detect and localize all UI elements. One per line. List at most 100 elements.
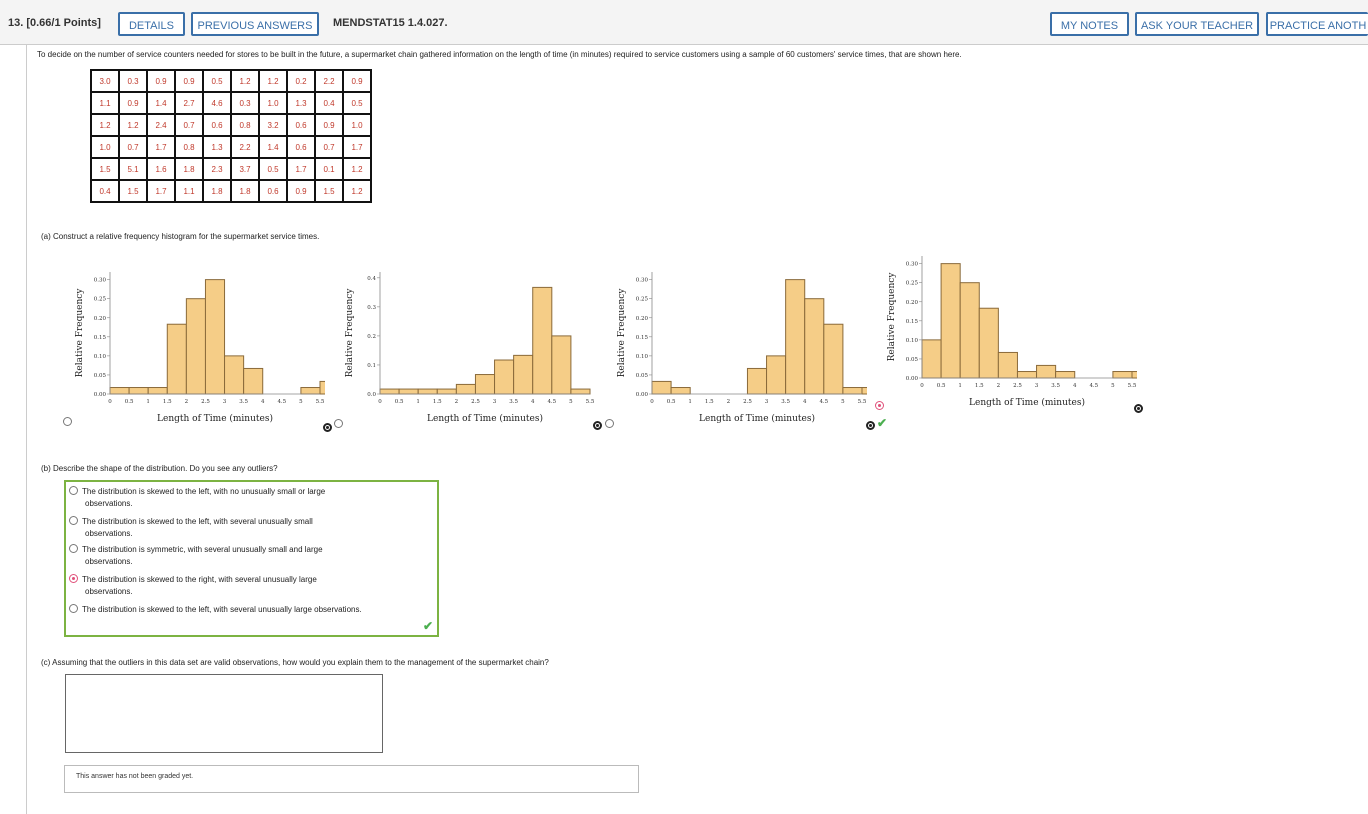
histogram-radio-2[interactable] [334,419,343,428]
x-axis-label: Length of Time (minutes) [699,413,815,424]
x-tick-label: 1 [688,399,692,405]
x-tick-label: 0 [920,383,924,389]
x-tick-label: 4.5 [547,399,556,405]
option-5[interactable]: The distribution is skewed to the left, … [69,604,429,616]
graded-note: This answer has not been graded yet. [64,765,639,793]
y-tick-label: 0.20 [636,316,649,322]
x-tick-label: 0.5 [395,399,404,405]
x-axis-label: Length of Time (minutes) [969,397,1085,408]
histogram-bar [823,323,844,395]
data-cell: 1.2 [90,113,120,137]
histogram-bar [379,388,400,395]
y-tick-label: 0.25 [94,297,107,303]
option-radio[interactable] [69,516,78,526]
question-header: 13. [0.66/1 Points] DETAILS PREVIOUS ANS… [0,0,1368,45]
option-4[interactable]: The distribution is skewed to the right,… [69,574,429,598]
data-cell: 0.8 [174,135,204,159]
histogram-bar [243,367,264,395]
data-cell: 0.6 [202,113,232,137]
data-cell: 1.5 [118,179,148,203]
data-cell: 1.3 [202,135,232,159]
y-tick-label: 0.20 [906,300,919,306]
data-cell: 2.3 [202,157,232,181]
x-tick-label: 3 [765,399,769,405]
histogram-bar [861,387,867,395]
practice-another-button[interactable]: PRACTICE ANOTH [1266,12,1368,36]
data-cell: 2.2 [230,135,260,159]
x-tick-label: 1 [958,383,962,389]
data-cell: 0.9 [146,69,176,93]
data-cell: 0.5 [342,91,372,115]
y-tick-label: 0.25 [906,281,919,287]
y-tick-label: 0.05 [94,373,107,379]
histogram-bar [494,359,515,395]
data-cell: 1.6 [146,157,176,181]
x-tick-label: 4 [261,399,265,405]
y-tick-label: 0.25 [636,297,649,303]
option-2[interactable]: The distribution is skewed to the left, … [69,516,429,540]
x-tick-label: 5 [569,399,573,405]
previous-answers-button[interactable]: PREVIOUS ANSWERS [191,12,319,36]
help-icon[interactable] [593,421,602,430]
data-cell: 1.4 [258,135,288,159]
x-tick-label: 2 [185,399,189,405]
data-cell: 0.9 [174,69,204,93]
histogram-bar [185,298,206,395]
x-tick-label: 5.5 [586,399,595,405]
data-cell: 0.2 [286,69,316,93]
histogram-bar [436,388,457,395]
option-radio-selected[interactable] [69,574,78,584]
data-cell: 0.9 [286,179,316,203]
help-icon[interactable] [323,423,332,432]
x-tick-label: 3.5 [509,399,518,405]
histogram-radio-4[interactable] [875,401,884,410]
x-tick-label: 5 [1111,383,1115,389]
part-c-answer-field[interactable] [65,674,383,753]
option-radio[interactable] [69,486,78,496]
histogram-option-1: 0.00 0.05 0.10 0.15 0.20 0.25 0.30 0 0.5 1 1.5 2 2.5… [75,272,325,424]
data-cell: 3.2 [258,113,288,137]
option-radio[interactable] [69,544,78,554]
data-cell: 1.2 [230,69,260,93]
data-row: 1.1 0.9 1.4 2.7 4.6 0.3 1.0 1.3 0.4 0.5 [90,91,372,115]
option-3[interactable]: The distribution is symmetric, with seve… [69,544,429,568]
data-cell: 1.7 [146,135,176,159]
x-tick-label: 1.5 [163,399,172,405]
ask-teacher-button[interactable]: ASK YOUR TEACHER [1135,12,1259,36]
data-cell: 1.1 [174,179,204,203]
my-notes-button[interactable]: MY NOTES [1050,12,1129,36]
option-1[interactable]: The distribution is skewed to the left, … [69,486,429,510]
x-tick-label: 1 [146,399,150,405]
data-cell: 0.5 [202,69,232,93]
y-axis-label: Relative Frequency [887,272,897,362]
x-tick-label: 3 [493,399,497,405]
data-row: 1.5 5.1 1.6 1.8 2.3 3.7 0.5 1.7 0.1 1.2 [90,157,372,181]
x-axis-label: Length of Time (minutes) [157,413,273,424]
histogram-bar [570,388,591,395]
data-cell: 1.0 [258,91,288,115]
histogram-radio-3[interactable] [605,419,614,428]
data-cell: 0.7 [118,135,148,159]
data-cell: 1.7 [286,157,316,181]
y-tick-label: 0.10 [94,354,107,360]
histogram-bar [300,387,321,395]
help-icon[interactable] [1134,404,1143,413]
help-icon[interactable] [866,421,875,430]
data-cell: 1.2 [118,113,148,137]
option-radio[interactable] [69,604,78,614]
correct-check-icon: ✔ [877,416,888,430]
x-tick-label: 3.5 [239,399,248,405]
data-cell: 0.8 [230,113,260,137]
histogram-option-3: 0.00 0.05 0.10 0.15 0.20 0.25 0.30 0 0.5 1 1.5 2 2.5… [617,272,867,424]
histogram-bar [532,286,553,395]
data-cell: 1.4 [146,91,176,115]
data-cell: 0.9 [342,69,372,93]
x-tick-label: 2.5 [201,399,210,405]
details-button[interactable]: DETAILS [118,12,185,36]
y-tick-label: 0.00 [94,392,107,398]
x-tick-label: 0 [108,399,112,405]
data-cell: 0.3 [118,69,148,93]
histogram-radio-1[interactable] [63,417,72,426]
y-tick-label: 0.20 [94,316,107,322]
part-a-prompt: (a) Construct a relative frequency histo… [41,232,320,241]
